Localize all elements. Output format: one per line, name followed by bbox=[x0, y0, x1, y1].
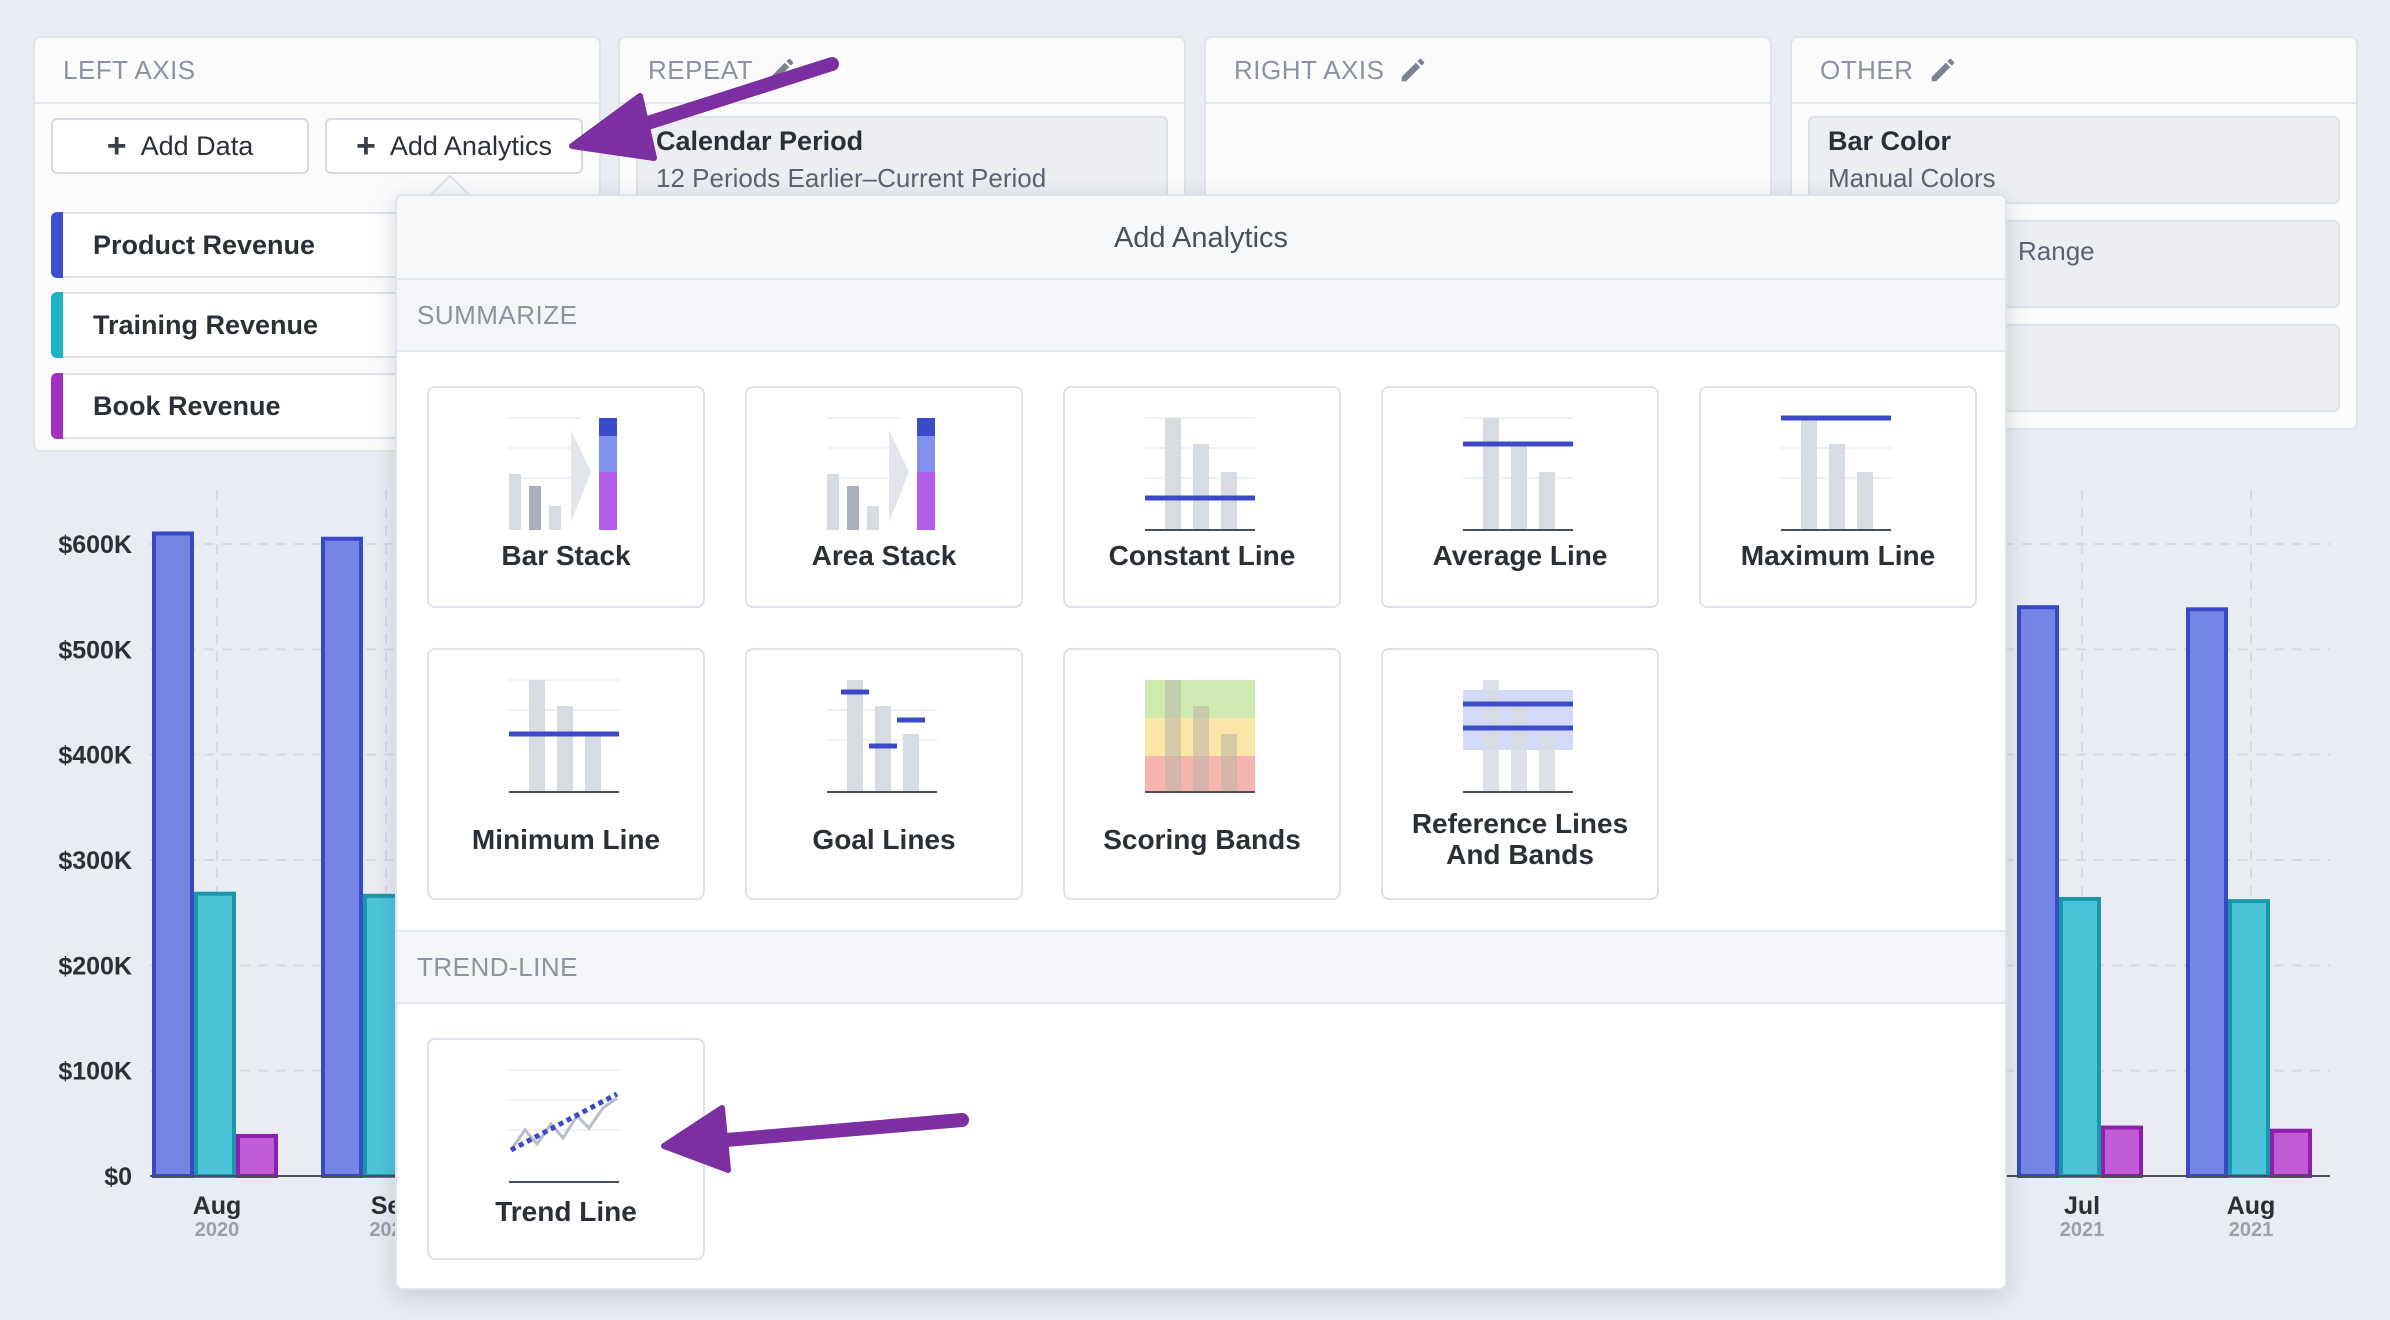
section-title: SUMMARIZE bbox=[417, 299, 578, 330]
section-trend-line: TREND-LINE bbox=[397, 930, 2005, 1004]
repeat-header: REPEAT bbox=[620, 38, 1184, 104]
x-tick-month: Jul bbox=[2064, 1192, 2100, 1220]
other-header: OTHER bbox=[1792, 38, 2356, 104]
x-tick-year: 2021 bbox=[2229, 1219, 2274, 1241]
y-tick-label: $100K bbox=[58, 1058, 132, 1086]
constant-line-icon bbox=[1145, 417, 1255, 531]
repeat-item-title: Calendar Period bbox=[656, 126, 864, 156]
y-tick-label: $500K bbox=[58, 636, 132, 664]
tile-goal-lines[interactable]: Goal Lines bbox=[745, 648, 1023, 900]
dropdown-title: Add Analytics bbox=[397, 196, 2005, 282]
series-item-book-revenue[interactable]: Book Revenue bbox=[51, 373, 451, 439]
tile-label: Average Line bbox=[1432, 540, 1608, 571]
goal-lines-icon bbox=[827, 680, 937, 793]
tile-label: Goal Lines bbox=[812, 824, 956, 855]
add-analytics-label: Add Analytics bbox=[389, 130, 552, 161]
y-tick-label: $600K bbox=[58, 531, 132, 559]
bar bbox=[2186, 607, 2228, 1179]
add-analytics-dropdown: Add Analytics SUMMARIZE Bar Stack Area S… bbox=[395, 194, 2007, 1290]
edit-pencil-icon[interactable] bbox=[1398, 55, 1428, 85]
x-tick-year: 2020 bbox=[195, 1219, 240, 1241]
bar bbox=[2270, 1128, 2312, 1178]
tile-bar-stack[interactable]: Bar Stack bbox=[427, 386, 705, 608]
section-summarize: SUMMARIZE bbox=[397, 278, 2005, 352]
minimum-line-icon bbox=[509, 679, 619, 793]
bar bbox=[2059, 896, 2101, 1178]
bar bbox=[2101, 1125, 2143, 1179]
x-tick-month: Aug bbox=[2227, 1192, 2276, 1220]
series-label: Product Revenue bbox=[93, 229, 316, 260]
add-analytics-button[interactable]: + Add Analytics bbox=[325, 118, 583, 174]
tile-label: Reference Lines And Bands bbox=[1411, 808, 1629, 870]
series-item-product-revenue[interactable]: Product Revenue bbox=[51, 212, 451, 278]
tile-average-line[interactable]: Average Line bbox=[1381, 386, 1659, 608]
area-stack-icon bbox=[827, 417, 935, 530]
y-tick-label: $0 bbox=[104, 1163, 132, 1191]
y-tick-label: $400K bbox=[58, 742, 132, 770]
bar-stack-icon bbox=[509, 417, 617, 530]
left-axis-title: LEFT AXIS bbox=[63, 54, 196, 85]
x-tick-year: 2021 bbox=[2060, 1219, 2105, 1241]
bar bbox=[152, 531, 194, 1178]
bar bbox=[321, 536, 363, 1178]
bar bbox=[2017, 605, 2059, 1178]
other-bar-color[interactable]: Bar Color Manual Colors bbox=[1808, 116, 2340, 204]
y-tick-label: $200K bbox=[58, 952, 132, 980]
other-item-title: Bar Color bbox=[1828, 126, 1952, 156]
tile-label: Trend Line bbox=[495, 1196, 637, 1227]
series-color-stripe bbox=[51, 373, 63, 439]
tile-maximum-line[interactable]: Maximum Line bbox=[1699, 386, 1977, 608]
edit-pencil-icon[interactable] bbox=[767, 55, 797, 85]
y-tick-label: $300K bbox=[58, 847, 132, 875]
tile-label: Scoring Bands bbox=[1103, 824, 1301, 855]
left-axis-header: LEFT AXIS bbox=[35, 38, 599, 104]
series-item-training-revenue[interactable]: Training Revenue bbox=[51, 292, 451, 358]
tile-label: Bar Stack bbox=[501, 540, 631, 571]
add-data-label: Add Data bbox=[140, 130, 254, 161]
tile-label: Constant Line bbox=[1108, 540, 1296, 571]
plus-icon: + bbox=[356, 126, 376, 165]
tile-area-stack[interactable]: Area Stack bbox=[745, 386, 1023, 608]
bar bbox=[2228, 899, 2270, 1178]
repeat-calendar-period[interactable]: Calendar Period 12 Periods Earlier–Curre… bbox=[636, 116, 1168, 202]
right-axis-title: RIGHT AXIS bbox=[1234, 54, 1385, 85]
tile-trend-line[interactable]: Trend Line bbox=[427, 1038, 705, 1260]
repeat-title: REPEAT bbox=[648, 54, 754, 85]
other-title: OTHER bbox=[1820, 54, 1914, 85]
series-label: Book Revenue bbox=[93, 390, 281, 421]
tile-label: Minimum Line bbox=[471, 824, 661, 855]
series-color-stripe bbox=[51, 212, 63, 278]
reference-lines-and-bands-icon bbox=[1463, 680, 1573, 793]
series-label: Training Revenue bbox=[93, 309, 319, 340]
tile-minimum-line[interactable]: Minimum Line bbox=[427, 648, 705, 900]
trend-line-icon bbox=[509, 1069, 619, 1183]
tile-constant-line[interactable]: Constant Line bbox=[1063, 386, 1341, 608]
right-axis-header: RIGHT AXIS bbox=[1206, 38, 1770, 104]
x-tick-month: Aug bbox=[193, 1192, 242, 1220]
other-item-sub: Manual Colors bbox=[1828, 163, 1996, 193]
series-color-stripe bbox=[51, 292, 63, 358]
plus-icon: + bbox=[106, 126, 127, 165]
bar bbox=[194, 891, 236, 1178]
tile-label: Area Stack bbox=[811, 540, 957, 571]
repeat-item-sub: 12 Periods Earlier–Current Period bbox=[656, 163, 1047, 193]
tile-reference-lines-and-bands[interactable]: Reference Lines And Bands bbox=[1381, 648, 1659, 900]
section-title: TREND-LINE bbox=[417, 951, 579, 982]
add-data-button[interactable]: + Add Data bbox=[51, 118, 309, 174]
bar bbox=[236, 1133, 278, 1178]
tile-label: Maximum Line bbox=[1740, 540, 1936, 571]
tile-scoring-bands[interactable]: Scoring Bands bbox=[1063, 648, 1341, 900]
average-line-icon bbox=[1463, 417, 1573, 531]
maximum-line-icon bbox=[1781, 415, 1891, 531]
edit-pencil-icon[interactable] bbox=[1928, 55, 1958, 85]
scoring-bands-icon bbox=[1145, 680, 1255, 793]
